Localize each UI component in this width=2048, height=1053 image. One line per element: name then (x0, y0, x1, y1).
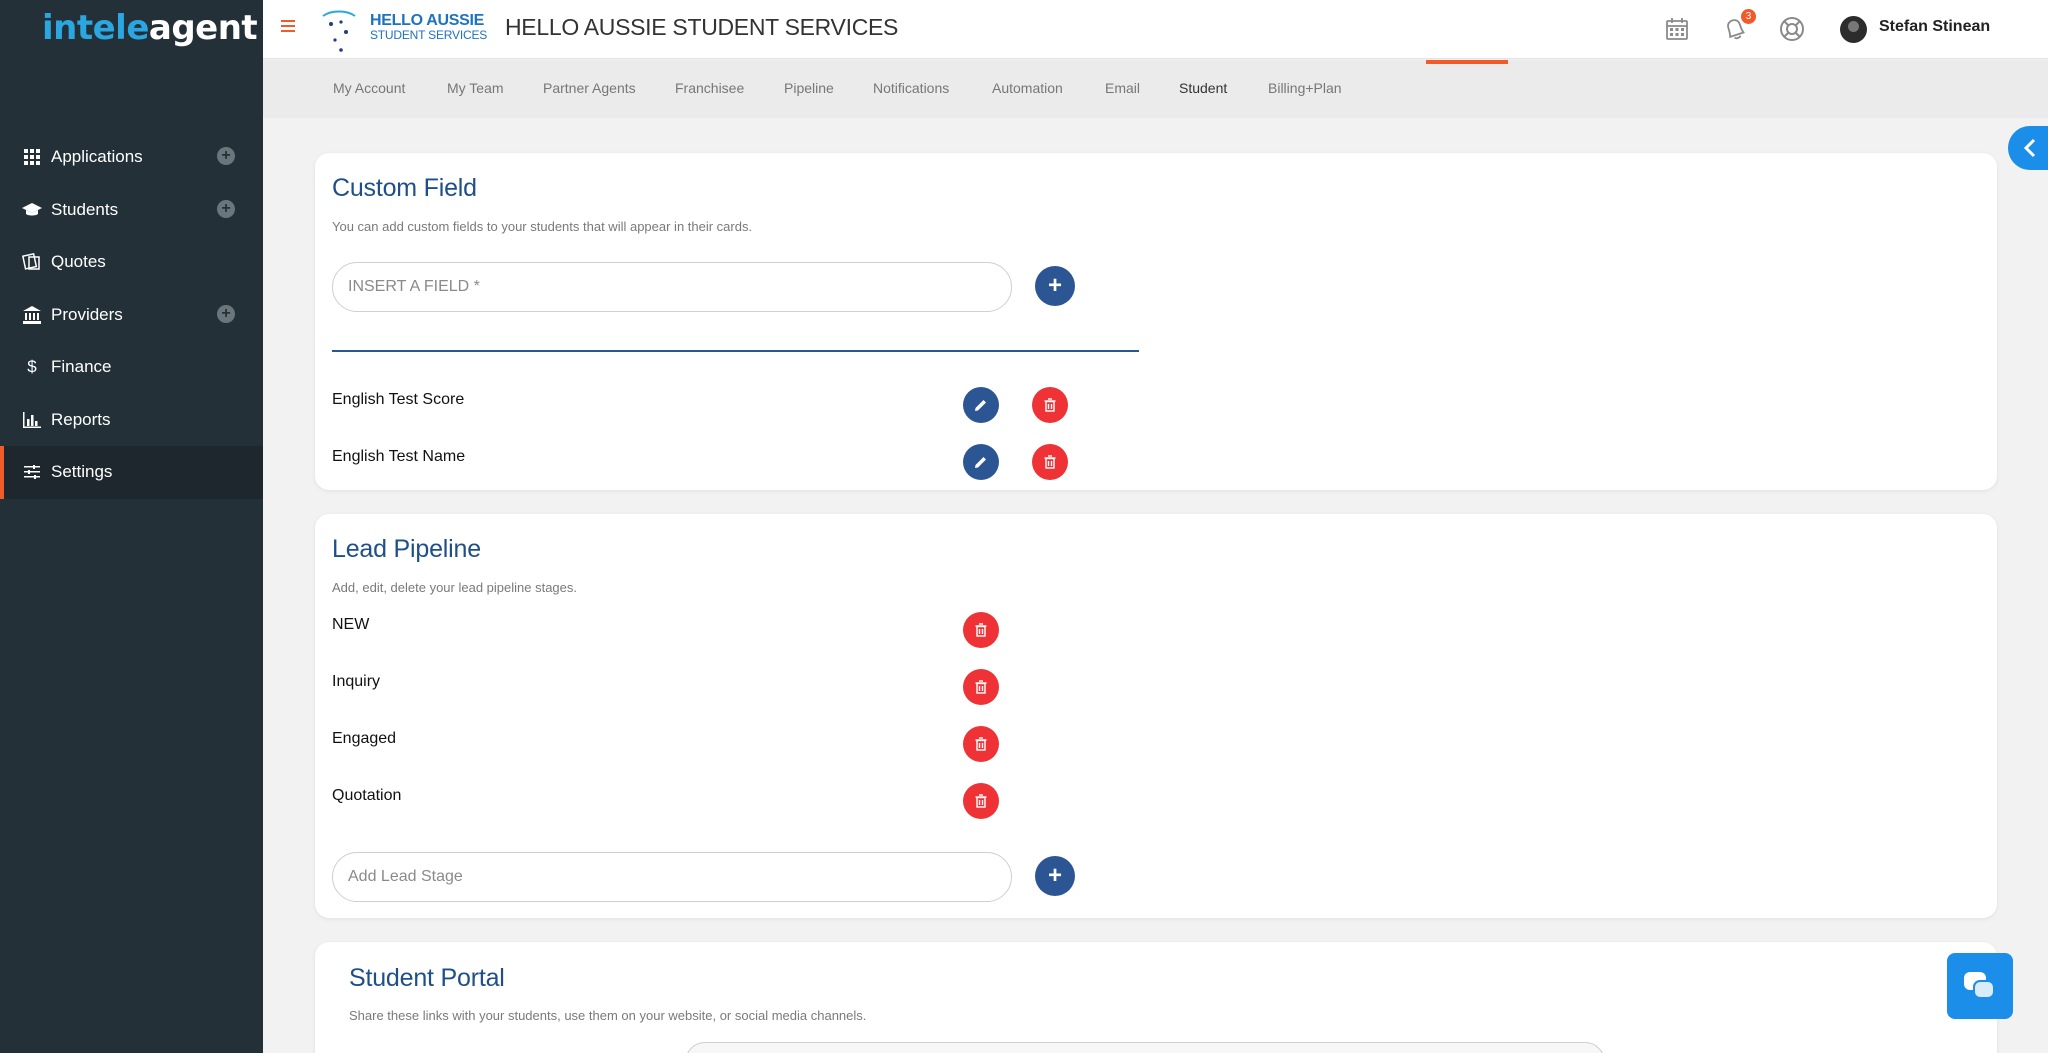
sidebar-item-label: Applications (51, 147, 143, 167)
add-provider-icon[interactable]: + (217, 304, 235, 323)
sidebar-item-applications[interactable]: Applications + (0, 131, 263, 184)
sidebar-item-reports[interactable]: Reports (0, 394, 263, 447)
tab-pipeline[interactable]: Pipeline (784, 80, 834, 96)
delete-field-button[interactable] (1032, 444, 1068, 480)
settings-tabs: My Account My Team Partner Agents Franch… (263, 60, 2048, 118)
tab-billing-plan[interactable]: Billing+Plan (1268, 80, 1342, 96)
active-tab-indicator (1426, 60, 1508, 64)
sidebar-item-label: Students (51, 199, 119, 219)
sidebar-item-finance[interactable]: $ Finance (0, 341, 263, 394)
tab-partner-agents[interactable]: Partner Agents (543, 80, 636, 96)
add-lead-stage-button[interactable]: + (1035, 856, 1075, 896)
tab-student[interactable]: Student (1179, 80, 1227, 96)
pipeline-stage-label: Inquiry (332, 673, 381, 690)
custom-field-title: Custom Field (332, 174, 477, 202)
sliders-icon (22, 462, 42, 482)
tab-automation[interactable]: Automation (992, 80, 1063, 96)
field-divider (332, 350, 1139, 352)
tab-email[interactable]: Email (1105, 80, 1140, 96)
sidebar-item-quotes[interactable]: Quotes (0, 236, 263, 289)
trash-icon (975, 737, 987, 751)
sidebar-item-label: Settings (51, 462, 113, 482)
student-portal-card: Student Portal Share these links with yo… (315, 942, 1997, 1053)
avatar[interactable] (1840, 16, 1867, 43)
chat-widget-button[interactable] (1947, 953, 2013, 1019)
company-name: HELLO AUSSIE STUDENT SERVICES (505, 14, 899, 40)
sidebar-item-students[interactable]: Students + (0, 184, 263, 237)
delete-field-button[interactable] (1032, 387, 1068, 423)
pencil-icon (975, 400, 986, 411)
edit-field-button[interactable] (963, 444, 999, 480)
sidebar: inteleagent Applications + Students + Qu… (0, 0, 263, 1053)
sidebar-item-label: Providers (51, 304, 123, 324)
chevron-left-icon (2023, 138, 2036, 158)
sidebar-nav: Applications + Students + Quotes Provide… (0, 131, 263, 499)
user-name[interactable]: Stefan Stinean (1879, 18, 1990, 36)
grid-icon (22, 147, 42, 167)
pipeline-stage-label: Engaged (332, 730, 397, 747)
notification-badge: 3 (1741, 9, 1756, 24)
tab-franchisee[interactable]: Franchisee (675, 80, 744, 96)
pencil-icon (975, 457, 986, 468)
top-header: HELLO AUSSIE STUDENT SERVICES HELLO AUSS… (263, 0, 2048, 59)
sidebar-item-settings[interactable]: Settings (0, 446, 263, 499)
app-logo[interactable]: inteleagent (42, 8, 258, 48)
trash-icon (1044, 398, 1056, 412)
pipeline-stage-label: NEW (332, 616, 370, 633)
tab-my-team[interactable]: My Team (447, 80, 504, 96)
custom-field-label: English Test Score (332, 391, 465, 408)
trash-icon (975, 794, 987, 808)
sidebar-item-label: Quotes (51, 252, 106, 272)
sidebar-item-label: Finance (51, 357, 112, 377)
edit-field-button[interactable] (963, 387, 999, 423)
delete-stage-button[interactable] (963, 726, 999, 762)
sidebar-item-label: Reports (51, 409, 111, 429)
bank-icon (22, 305, 42, 325)
delete-stage-button[interactable] (963, 783, 999, 819)
lead-pipeline-card: Lead Pipeline Add, edit, delete your lea… (315, 514, 1997, 918)
delete-stage-button[interactable] (963, 669, 999, 705)
student-portal-description: Share these links with your students, us… (349, 1008, 867, 1023)
calendar-icon[interactable] (1662, 14, 1692, 44)
pipeline-stage-label: Quotation (332, 787, 402, 804)
student-portal-title: Student Portal (349, 964, 505, 992)
dollar-icon: $ (27, 357, 37, 377)
insert-field-input[interactable] (332, 262, 1012, 312)
trash-icon (1044, 455, 1056, 469)
delete-stage-button[interactable] (963, 612, 999, 648)
add-student-icon[interactable]: + (217, 199, 235, 218)
hamburger-menu-icon[interactable] (281, 20, 295, 35)
chat-bubbles-icon (1964, 972, 1995, 999)
sidebar-item-providers[interactable]: Providers + (0, 289, 263, 342)
tab-my-account[interactable]: My Account (333, 80, 405, 96)
quotes-icon (22, 252, 42, 272)
brand-logo-icon (322, 10, 356, 52)
trash-icon (975, 680, 987, 694)
custom-field-description: You can add custom fields to your studen… (332, 219, 753, 234)
trash-icon (975, 623, 987, 637)
custom-field-label: English Test Name (332, 448, 466, 465)
add-application-icon[interactable]: + (217, 147, 235, 165)
lead-pipeline-title: Lead Pipeline (332, 535, 481, 563)
lead-pipeline-description: Add, edit, delete your lead pipeline sta… (332, 580, 578, 595)
add-field-button[interactable]: + (1035, 266, 1075, 306)
graduation-cap-icon (22, 200, 42, 220)
tab-notifications[interactable]: Notifications (873, 80, 949, 96)
portal-link-field[interactable] (685, 1042, 1605, 1053)
brand-name: HELLO AUSSIE STUDENT SERVICES (370, 12, 488, 43)
collapse-panel-button[interactable] (2008, 126, 2048, 170)
bar-chart-icon (22, 410, 42, 430)
custom-field-card: Custom Field You can add custom fields t… (315, 153, 1997, 490)
help-lifebuoy-icon[interactable] (1777, 14, 1807, 44)
add-lead-stage-input[interactable] (332, 852, 1012, 902)
